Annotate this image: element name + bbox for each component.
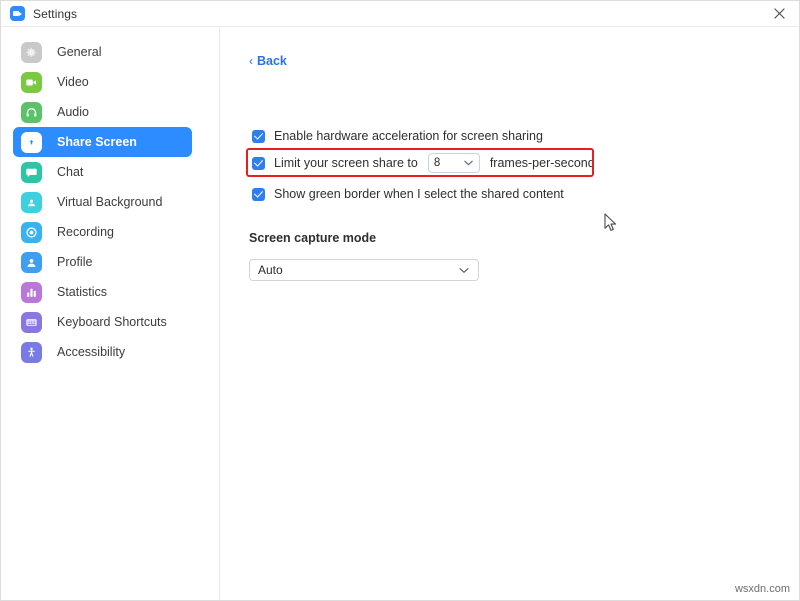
screen-capture-mode-title: Screen capture mode <box>249 231 376 245</box>
sidebar-item-label: Chat <box>57 165 83 179</box>
sidebar-item-recording[interactable]: Recording <box>13 217 192 247</box>
chevron-down-icon <box>464 157 473 169</box>
sidebar-item-audio[interactable]: Audio <box>13 97 192 127</box>
sidebar-item-label: Audio <box>57 105 89 119</box>
screen-capture-mode-value: Auto <box>258 263 283 277</box>
person-frame-icon <box>21 192 42 213</box>
sidebar-item-label: Keyboard Shortcuts <box>57 315 167 329</box>
sidebar-item-chat[interactable]: Chat <box>13 157 192 187</box>
back-button-label: Back <box>257 54 287 68</box>
option-row-limit-fps[interactable]: Limit your screen share to 8 frames-per-… <box>252 154 595 172</box>
screen-capture-mode-dropdown[interactable]: Auto <box>249 259 479 281</box>
accessibility-icon <box>21 342 42 363</box>
sidebar-item-label: Statistics <box>57 285 107 299</box>
sidebar-item-label: Accessibility <box>57 345 125 359</box>
option-row-hardware-acceleration[interactable]: Enable hardware acceleration for screen … <box>252 127 543 145</box>
keyboard-icon <box>21 312 42 333</box>
person-icon <box>21 252 42 273</box>
option-label: Limit your screen share to <box>274 156 418 170</box>
option-label: Show green border when I select the shar… <box>274 187 564 201</box>
sidebar-item-label: Virtual Background <box>57 195 162 209</box>
fps-dropdown[interactable]: 8 <box>428 153 480 173</box>
close-icon[interactable] <box>757 1 800 26</box>
sidebar-item-label: Recording <box>57 225 114 239</box>
sidebar-item-profile[interactable]: Profile <box>13 247 192 277</box>
sidebar-item-share-screen[interactable]: Share Screen <box>13 127 192 157</box>
sidebar-item-accessibility[interactable]: Accessibility <box>13 337 192 367</box>
chat-bubble-icon <box>21 162 42 183</box>
settings-window: Settings General <box>0 0 800 601</box>
share-screen-icon <box>21 132 42 153</box>
fps-suffix-label: frames-per-second <box>490 156 595 170</box>
sidebar-item-video[interactable]: Video <box>13 67 192 97</box>
sidebar-item-virtual-background[interactable]: Virtual Background <box>13 187 192 217</box>
sidebar-item-label: Video <box>57 75 89 89</box>
record-circle-icon <box>21 222 42 243</box>
gear-icon <box>21 42 42 63</box>
checkbox-hardware-acceleration[interactable] <box>252 130 265 143</box>
sidebar-item-general[interactable]: General <box>13 37 192 67</box>
checkbox-green-border[interactable] <box>252 188 265 201</box>
bar-chart-icon <box>21 282 42 303</box>
zoom-video-icon <box>10 6 25 21</box>
option-row-green-border[interactable]: Show green border when I select the shar… <box>252 185 564 203</box>
sidebar-item-label: Profile <box>57 255 92 269</box>
sidebar-item-statistics[interactable]: Statistics <box>13 277 192 307</box>
title-bar: Settings <box>1 1 800 27</box>
chevron-left-icon: ‹ <box>249 55 253 67</box>
back-button[interactable]: ‹ Back <box>249 54 287 68</box>
sidebar-item-keyboard-shortcuts[interactable]: Keyboard Shortcuts <box>13 307 192 337</box>
fps-dropdown-value: 8 <box>434 157 440 169</box>
option-label: Enable hardware acceleration for screen … <box>274 129 543 143</box>
window-title: Settings <box>33 7 77 21</box>
settings-sidebar: General Video Audio <box>1 27 220 601</box>
headphones-icon <box>21 102 42 123</box>
video-camera-icon <box>21 72 42 93</box>
checkbox-limit-fps[interactable] <box>252 157 265 170</box>
share-screen-advanced-panel: ‹ Back Enable hardware acceleration for … <box>221 27 800 601</box>
watermark: wsxdn.com <box>735 583 790 595</box>
chevron-down-icon <box>459 263 469 277</box>
sidebar-item-label: Share Screen <box>57 135 137 149</box>
sidebar-item-label: General <box>57 45 101 59</box>
